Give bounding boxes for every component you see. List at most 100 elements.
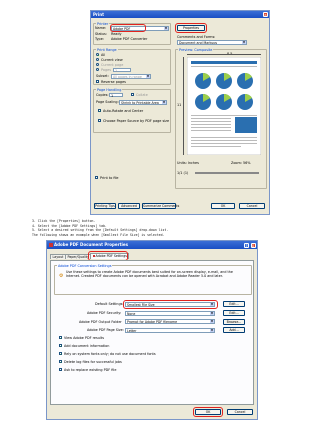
help-glyph: ? bbox=[245, 243, 248, 248]
print-dialog: Print × Printer Name: Adobe PDF ▼ Status:… bbox=[90, 10, 270, 215]
range-all-label: All bbox=[101, 52, 106, 57]
rely-fonts-checkbox[interactable]: ✓ bbox=[59, 352, 62, 355]
collate-checkbox[interactable] bbox=[131, 93, 135, 97]
security-edit-button[interactable]: Edit... bbox=[223, 310, 245, 316]
cancel-label: Cancel bbox=[246, 204, 258, 208]
document-page: Print × Printer Name: Adobe PDF ▼ Status:… bbox=[0, 0, 300, 425]
browse-button[interactable]: Browse... bbox=[223, 318, 245, 325]
reverse-pages-checkbox[interactable] bbox=[96, 80, 100, 84]
delete-log-label: Delete log files for successful jobs bbox=[64, 359, 122, 364]
type-value: Adobe PDF Converter bbox=[111, 37, 148, 41]
subset-select[interactable]: All pages in range ▼ bbox=[111, 73, 151, 79]
preview-height-label: 11 bbox=[177, 103, 182, 107]
preview-page bbox=[187, 57, 261, 155]
pages-input-value: 1 bbox=[115, 68, 118, 73]
close-glyph: X bbox=[251, 243, 255, 248]
auto-rotate-checkbox[interactable]: ✓ bbox=[98, 109, 101, 112]
range-pages-label: Pages bbox=[101, 67, 111, 72]
copies-input[interactable]: 1 bbox=[109, 92, 123, 98]
choose-source-checkbox[interactable] bbox=[98, 119, 102, 123]
printing-tips-button[interactable]: Printing Tips bbox=[94, 203, 116, 209]
page-slider[interactable] bbox=[195, 172, 259, 174]
output-folder-select[interactable]: Prompt for Adobe PDF filename ▼ bbox=[125, 319, 215, 324]
add-doc-info-label: Add document information bbox=[64, 343, 110, 348]
print-dialog-title: Print bbox=[93, 12, 105, 17]
ok-label: OK bbox=[220, 204, 226, 208]
close-icon[interactable]: × bbox=[263, 12, 268, 17]
preview-height-ruler bbox=[183, 57, 184, 155]
print-to-file-checkbox[interactable] bbox=[95, 176, 99, 180]
cancel-button[interactable]: Cancel bbox=[239, 203, 265, 209]
summarize-comments-button[interactable]: Summarize Comments bbox=[142, 203, 180, 209]
print-dialog-titlebar: Print bbox=[91, 11, 269, 18]
advanced-button[interactable]: Advanced bbox=[118, 203, 140, 209]
zoom-label: Zoom: 56% bbox=[231, 161, 251, 165]
name-label: Name: bbox=[95, 26, 107, 30]
ok-button[interactable]: OK bbox=[211, 203, 235, 209]
pages-input[interactable]: 1 bbox=[113, 67, 131, 73]
tab-layout[interactable]: Layout bbox=[50, 254, 66, 259]
printer-group-title: Printer bbox=[96, 21, 110, 26]
browse-label: Browse... bbox=[226, 319, 242, 324]
delete-log-checkbox[interactable]: ✓ bbox=[59, 360, 62, 363]
conversion-settings-title: Adobe PDF Conversion Settings bbox=[57, 263, 113, 268]
print-to-file-label: Print to file bbox=[100, 175, 119, 180]
view-results-checkbox[interactable]: ✓ bbox=[59, 336, 62, 339]
view-results-label: View Adobe PDF results bbox=[64, 335, 104, 340]
subset-label: Subset: bbox=[96, 74, 109, 78]
printing-tips-label: Printing Tips bbox=[95, 204, 115, 208]
security-label: Adobe PDF Security: bbox=[87, 311, 122, 315]
ask-replace-label: Ask to replace existing PDF file bbox=[64, 367, 117, 372]
edit-button[interactable]: Edit... bbox=[223, 301, 245, 307]
status-label: Status: bbox=[95, 32, 107, 36]
info-icon: ⚙ bbox=[59, 273, 64, 279]
chevron-down-icon: ▼ bbox=[164, 26, 168, 30]
security-edit-label: Edit... bbox=[229, 311, 239, 315]
comments-select[interactable]: Document and Markups ▼ bbox=[177, 40, 247, 45]
highlight-default-settings bbox=[123, 299, 218, 309]
edit-label: Edit... bbox=[229, 302, 239, 306]
range-all-radio[interactable] bbox=[96, 53, 100, 57]
chevron-down-icon: ▼ bbox=[146, 74, 150, 78]
comments-label: Comments and Forms: bbox=[177, 35, 216, 39]
chevron-down-icon: ▼ bbox=[162, 100, 166, 104]
copies-label: Copies: bbox=[96, 93, 109, 97]
ask-replace-checkbox[interactable] bbox=[59, 368, 63, 372]
properties-titlebar: Adobe PDF Document Properties bbox=[47, 241, 257, 249]
rely-fonts-label: Rely on system fonts only; do not use do… bbox=[64, 351, 156, 356]
page-scaling-value: Shrink to Printable Area bbox=[121, 100, 159, 105]
advanced-label: Advanced bbox=[121, 204, 137, 208]
help-icon[interactable]: ? bbox=[244, 242, 249, 248]
page-size-select[interactable]: Letter ▼ bbox=[125, 327, 215, 333]
pdf-settings-pane: Adobe PDF Conversion Settings ⚙ Use thes… bbox=[50, 260, 254, 405]
close-icon[interactable]: X bbox=[250, 242, 256, 248]
add-button[interactable]: Add... bbox=[223, 327, 245, 333]
comments-value: Document and Markups bbox=[179, 41, 218, 45]
status-value: Ready bbox=[111, 32, 122, 36]
summarize-comments-label: Summarize Comments bbox=[143, 204, 180, 208]
preview-width-ruler bbox=[187, 54, 261, 55]
range-current-view-label: Current view bbox=[101, 57, 123, 62]
add-label: Add... bbox=[229, 328, 239, 332]
default-settings-label: Default Settings: bbox=[95, 302, 124, 306]
output-folder-value: Prompt for Adobe PDF filename bbox=[127, 320, 178, 324]
properties-title: Adobe PDF Document Properties bbox=[54, 242, 128, 247]
add-doc-info-checkbox[interactable]: ✓ bbox=[59, 344, 62, 347]
units-label: Units: Inches bbox=[177, 161, 199, 165]
subset-value: All pages in range bbox=[113, 74, 142, 79]
preview-title: Preview: Composite bbox=[178, 47, 214, 52]
tab-paper-quality-label: Paper/Quality bbox=[67, 255, 90, 259]
output-folder-label: Adobe PDF Output Folder bbox=[79, 319, 122, 324]
collate-label: Collate bbox=[136, 92, 148, 97]
chevron-down-icon: ▼ bbox=[210, 320, 214, 323]
props-cancel-button[interactable]: Cancel bbox=[227, 409, 253, 415]
page-size-label: Adobe PDF Page Size: bbox=[87, 328, 124, 332]
reverse-pages-label: Reverse pages bbox=[101, 79, 126, 84]
properties-dialog: Adobe PDF Document Properties ? X Layout… bbox=[46, 240, 258, 420]
instruction-step-5-note: The following shows an example when [Sma… bbox=[32, 232, 165, 237]
type-label: Type: bbox=[95, 37, 104, 41]
print-range-title: Print Range bbox=[96, 47, 118, 52]
range-current-page-label: Current page bbox=[101, 62, 124, 67]
security-select[interactable]: None ▼ bbox=[125, 310, 215, 316]
page-scaling-select[interactable]: Shrink to Printable Area ▼ bbox=[119, 99, 167, 105]
